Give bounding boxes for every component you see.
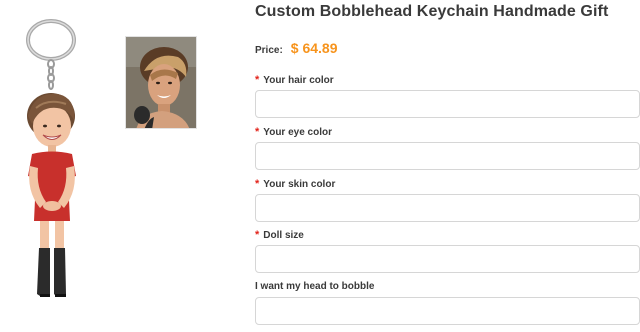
required-marker: * <box>255 178 260 190</box>
required-marker: * <box>255 126 260 138</box>
doll-size-input[interactable] <box>255 245 640 273</box>
price-label: Price: <box>255 45 283 56</box>
price-row: Price: $ 64.89 <box>255 40 338 56</box>
field-label: I want my head to bobble <box>255 281 640 292</box>
head-bobble-input[interactable] <box>255 297 640 325</box>
field-label: * Your hair color <box>255 74 640 86</box>
product-title: Custom Bobblehead Keychain Handmade Gift <box>255 3 609 20</box>
field-doll-size: * Doll size <box>255 229 640 273</box>
eye-color-input[interactable] <box>255 142 640 170</box>
field-skin-color: * Your skin color <box>255 178 640 222</box>
field-label-text: Your hair color <box>263 74 334 86</box>
product-gallery <box>0 0 240 332</box>
field-head-bobble: I want my head to bobble <box>255 281 640 325</box>
hair-color-input[interactable] <box>255 90 640 118</box>
customer-photo-thumbnail[interactable] <box>125 36 197 129</box>
field-eye-color: * Your eye color <box>255 126 640 170</box>
skin-color-input[interactable] <box>255 194 640 222</box>
product-details: Custom Bobblehead Keychain Handmade Gift… <box>255 0 640 332</box>
field-label-text: Your skin color <box>263 178 336 190</box>
field-hair-color: * Your hair color <box>255 74 640 118</box>
price-value: $ 64.89 <box>290 40 338 56</box>
field-label: * Your eye color <box>255 126 640 138</box>
field-label: * Your skin color <box>255 178 640 190</box>
required-marker: * <box>255 229 260 241</box>
required-marker: * <box>255 74 260 86</box>
field-label-text: I want my head to bobble <box>255 281 375 292</box>
product-main-image[interactable] <box>10 16 100 316</box>
field-label-text: Doll size <box>263 229 304 241</box>
photo-image <box>126 37 196 128</box>
field-label-text: Your eye color <box>263 126 333 138</box>
field-label: * Doll size <box>255 229 640 241</box>
